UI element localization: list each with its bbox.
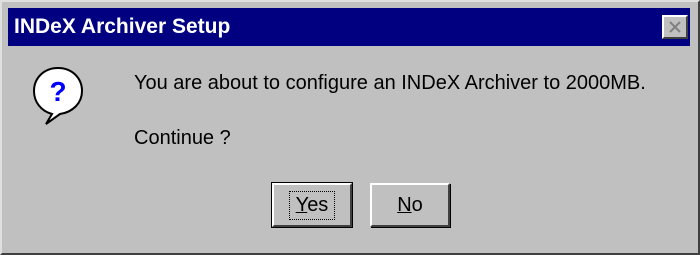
yes-focus-ring: Yes — [288, 190, 336, 220]
no-button[interactable]: No — [370, 183, 450, 227]
close-button[interactable] — [662, 15, 688, 39]
no-label: o — [411, 193, 423, 216]
question-icon: ? — [32, 66, 84, 125]
continue-prompt: Continue ? — [134, 127, 231, 149]
close-icon — [669, 21, 681, 33]
no-accelerator: N — [397, 193, 412, 216]
svg-text:?: ? — [49, 76, 66, 107]
window-title: INDeX Archiver Setup — [14, 15, 231, 38]
title-bar[interactable]: INDeX Archiver Setup — [8, 8, 690, 46]
yes-button[interactable]: Yes — [271, 182, 353, 228]
yes-accelerator: Y — [295, 193, 308, 216]
setup-dialog: INDeX Archiver Setup ? You are about to … — [0, 0, 700, 255]
message-text: You are about to configure an INDeX Arch… — [134, 72, 646, 94]
yes-label: es — [307, 193, 329, 216]
